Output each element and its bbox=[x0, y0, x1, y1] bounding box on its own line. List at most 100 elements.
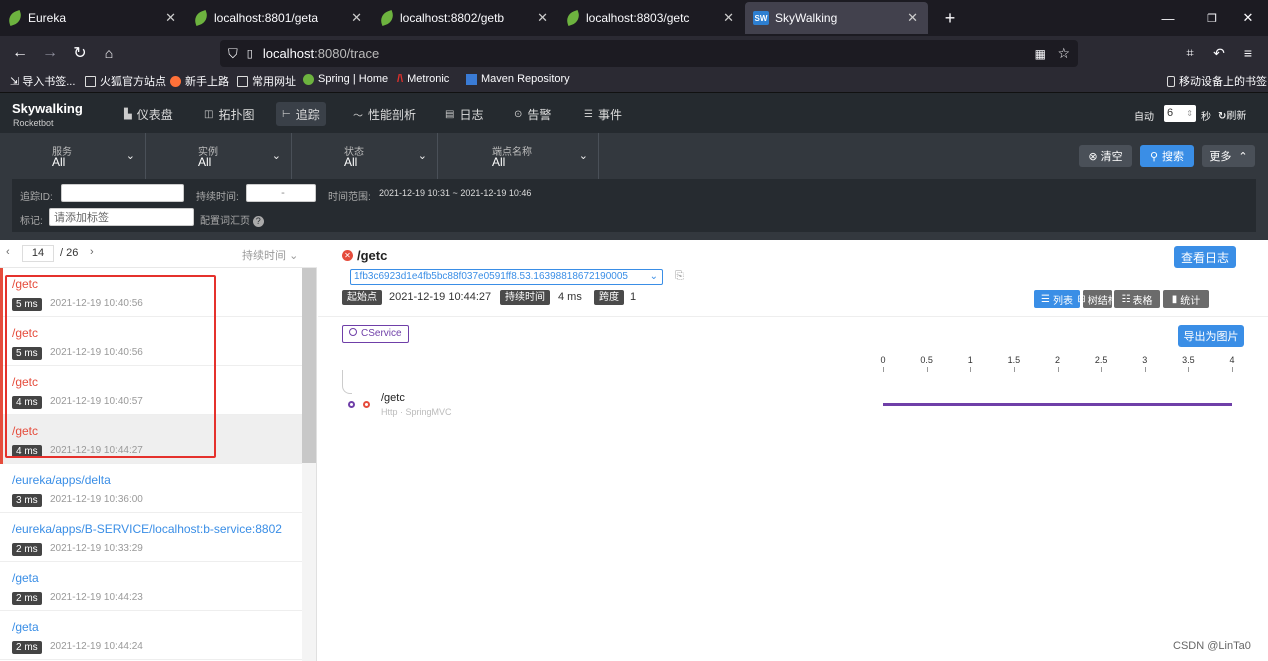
minimize-icon[interactable]: — bbox=[1148, 0, 1188, 36]
qr-code-icon[interactable]: ▦ bbox=[1035, 47, 1046, 61]
nav-profiling[interactable]: 〜性能剖析 bbox=[353, 102, 416, 126]
close-icon[interactable]: ✕ bbox=[537, 10, 548, 26]
clear-button[interactable]: ⊗ 清空 bbox=[1079, 145, 1132, 167]
service-select[interactable]: 服务 All ⌄ bbox=[0, 133, 146, 179]
view-stats-button[interactable]: ▮ 统计 bbox=[1163, 290, 1209, 308]
trace-start-time: 2021-12-19 10:36:00 bbox=[50, 494, 143, 505]
close-icon[interactable]: ✕ bbox=[351, 10, 362, 26]
divider bbox=[318, 316, 1268, 317]
view-logs-button[interactable]: 查看日志 bbox=[1174, 246, 1236, 268]
bookmark-item[interactable]: 火狐官方站点 bbox=[85, 73, 166, 89]
restore-icon[interactable]: ❐ bbox=[1192, 0, 1232, 36]
copy-icon[interactable]: ⎘ bbox=[675, 270, 684, 283]
forward-icon[interactable]: → bbox=[38, 41, 62, 65]
nav-events[interactable]: ☰ 事件 bbox=[584, 102, 622, 126]
bookmark-item[interactable]: 移动设备上的书签 bbox=[1167, 73, 1267, 89]
new-tab-icon[interactable]: + bbox=[930, 0, 970, 36]
nav-logs[interactable]: ▤ 日志 bbox=[445, 102, 483, 126]
nav-label: 日志 bbox=[459, 107, 484, 122]
trace-endpoint: /eureka/apps/B-SERVICE/localhost:b-servi… bbox=[12, 522, 282, 536]
view-table-button[interactable]: ☷ 表格 bbox=[1114, 290, 1160, 308]
trace-list-item[interactable]: /geta 2 ms 2021-12-19 10:44:24 bbox=[0, 611, 302, 660]
config-vocab-link[interactable]: 配置词汇页 ? bbox=[200, 212, 264, 227]
export-image-button[interactable]: 导出为图片 bbox=[1178, 325, 1244, 347]
close-icon[interactable]: ✕ bbox=[723, 10, 734, 26]
status-select[interactable]: 状态 All ⌄ bbox=[292, 133, 438, 179]
bookmark-label: Metronic bbox=[407, 73, 450, 85]
span-subtitle: Http · SpringMVC bbox=[381, 407, 452, 417]
topology-icon: ◫ bbox=[204, 108, 214, 120]
next-page-icon[interactable]: › bbox=[90, 246, 94, 258]
browser-tab[interactable]: Eureka ✕ bbox=[0, 0, 186, 36]
select-value: All bbox=[198, 155, 212, 169]
scrollbar-thumb[interactable] bbox=[302, 268, 316, 463]
close-icon[interactable]: ✕ bbox=[907, 10, 918, 26]
service-legend[interactable]: CService bbox=[342, 325, 409, 343]
tab-title: SkyWalking bbox=[775, 11, 838, 25]
axis-tick-mark bbox=[883, 367, 884, 372]
url-bar[interactable]: ⛉ ▯ localhost:8080/trace ▦ ☆ bbox=[220, 40, 1078, 67]
error-indicator bbox=[0, 268, 3, 317]
trace-list-item[interactable]: /eureka/apps/B-SERVICE/localhost:b-servi… bbox=[0, 513, 302, 562]
auto-refresh-interval-input[interactable]: 6 ⇕ bbox=[1164, 105, 1196, 122]
nav-trace[interactable]: ⊢ 追踪 bbox=[276, 102, 326, 126]
instance-select[interactable]: 实例 All ⌄ bbox=[146, 133, 292, 179]
reload-icon[interactable]: ↻ bbox=[68, 41, 92, 65]
bookmark-item[interactable]: ⇲ 导入书签... bbox=[10, 73, 75, 89]
span-name[interactable]: /getc bbox=[381, 392, 405, 404]
refresh-button[interactable]: ↻刷新 bbox=[1218, 107, 1246, 122]
back-icon[interactable]: ← bbox=[8, 41, 32, 65]
bookmark-item[interactable]: /\ Metronic bbox=[397, 73, 449, 85]
page-input[interactable]: 14 bbox=[22, 245, 54, 262]
trace-id-select[interactable]: 1fb3c6923d1e4fb5bc88f037e0591ff8.53.1639… bbox=[350, 269, 663, 285]
axis-tick-mark bbox=[970, 367, 972, 372]
spring-leaf-icon bbox=[564, 9, 582, 27]
window-close-icon[interactable]: ✕ bbox=[1228, 0, 1268, 36]
menu-icon[interactable]: ≡ bbox=[1236, 41, 1260, 65]
span-duration-bar[interactable] bbox=[883, 403, 1232, 406]
bookmark-item[interactable]: 新手上路 bbox=[170, 73, 229, 89]
view-list-button[interactable]: ☰ 列表 bbox=[1034, 290, 1080, 308]
prev-page-icon[interactable]: ‹ bbox=[6, 246, 10, 258]
nav-topology[interactable]: ◫ 拓扑图 bbox=[204, 102, 254, 126]
help-icon[interactable]: ? bbox=[252, 216, 264, 227]
browser-tab[interactable]: localhost:8802/getb ✕ bbox=[372, 0, 558, 36]
endpoint-select[interactable]: 端点名称 All ⌄ bbox=[438, 133, 599, 179]
trace-list-item[interactable]: /geta 2 ms 2021-12-19 10:44:23 bbox=[0, 562, 302, 611]
home-icon[interactable]: ⌂ bbox=[97, 41, 121, 65]
axis-tick-label: 1.5 bbox=[1007, 355, 1021, 365]
nav-dashboard[interactable]: ▙ 仪表盘 bbox=[124, 102, 173, 126]
star-icon[interactable]: ☆ bbox=[1057, 45, 1070, 62]
duration-tag: 持续时间 bbox=[500, 290, 550, 305]
trace-list-item[interactable]: /eureka/apps/delta 3 ms 2021-12-19 10:36:0… bbox=[0, 464, 302, 513]
browser-tab[interactable]: localhost:8801/geta ✕ bbox=[186, 0, 372, 36]
bookmark-label: 导入书签... bbox=[22, 76, 76, 88]
close-icon[interactable]: ✕ bbox=[165, 10, 176, 26]
trace-title: /getc bbox=[357, 248, 388, 263]
trace-icon: ⊢ bbox=[282, 108, 291, 120]
duration-range-input[interactable]: - bbox=[246, 184, 316, 202]
stepper-icon[interactable]: ⇕ bbox=[1186, 105, 1193, 122]
alarm-icon: ⊙ bbox=[514, 108, 523, 120]
view-tree-button-inner[interactable]: ⊞ 树结构 bbox=[1077, 290, 1118, 308]
skywalking-icon: SW bbox=[753, 11, 769, 25]
browser-tab[interactable]: localhost:8803/getc ✕ bbox=[558, 0, 744, 36]
undo-icon[interactable]: ↶ bbox=[1207, 41, 1231, 65]
clear-label: 清空 bbox=[1100, 151, 1123, 163]
bookmark-item[interactable]: Spring | Home bbox=[303, 73, 388, 85]
trace-endpoint: /geta bbox=[12, 571, 39, 585]
screenshot-icon[interactable]: ⌗ bbox=[1178, 41, 1202, 65]
browser-tab-active[interactable]: SW SkyWalking ✕ bbox=[745, 2, 928, 34]
trace-id-input[interactable] bbox=[61, 184, 184, 202]
bookmark-item[interactable]: 常用网址 bbox=[237, 73, 296, 89]
search-button[interactable]: ⚲ 搜索 bbox=[1140, 145, 1194, 167]
time-range-value[interactable]: 2021-12-19 10:31 ~ 2021-12-19 10:46 bbox=[379, 188, 531, 198]
axis-tick-label: 1 bbox=[967, 355, 973, 365]
nav-alarm[interactable]: ⊙ 告警 bbox=[514, 102, 551, 126]
mobile-icon bbox=[1167, 75, 1175, 87]
sort-select[interactable]: 持续时间 ⌄ bbox=[242, 247, 298, 263]
bookmark-item[interactable]: Maven Repository bbox=[466, 73, 570, 85]
bookmark-label: 移动设备上的书签 bbox=[1179, 76, 1267, 88]
more-button[interactable]: 更多 ⌃ bbox=[1202, 145, 1255, 167]
tags-input[interactable]: 请添加标签 bbox=[49, 208, 194, 226]
